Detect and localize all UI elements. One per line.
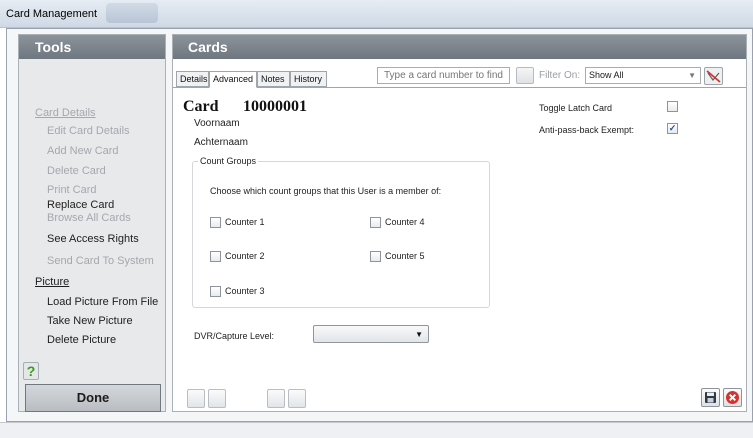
red-x-circle-icon — [726, 391, 739, 404]
tab-details[interactable]: Details — [176, 71, 209, 87]
counter-4-checkbox[interactable] — [370, 217, 381, 228]
tools-card-details: Card Details — [35, 107, 96, 119]
find-button[interactable] — [516, 67, 534, 84]
tab-notes[interactable]: Notes — [257, 71, 290, 87]
tools-print-card: Print Card — [47, 184, 97, 196]
status-bar — [0, 422, 753, 438]
tools-edit-card-details: Edit Card Details — [47, 125, 130, 137]
counter-1-label: Counter 1 — [225, 217, 265, 227]
counter-3-label: Counter 3 — [225, 286, 265, 296]
counter-3-checkbox[interactable] — [210, 286, 221, 297]
cancel-button[interactable] — [723, 388, 742, 407]
filter-label: Filter On: — [539, 70, 581, 81]
dvr-capture-level-select[interactable]: ▼ — [313, 325, 429, 343]
cards-header: Cards — [173, 35, 746, 59]
tools-picture[interactable]: Picture — [35, 276, 69, 288]
window-title: Card Management — [6, 8, 98, 20]
nav-prev-button[interactable] — [208, 389, 226, 408]
crossed-out-icon — [706, 70, 721, 83]
tools-delete-card: Delete Card — [47, 165, 106, 177]
done-button[interactable]: Done — [25, 384, 161, 412]
titlebar-decoration — [106, 3, 158, 23]
filter-select[interactable]: Show All ▼ — [585, 67, 701, 84]
save-button[interactable] — [701, 388, 720, 407]
card-label: Card — [183, 98, 219, 115]
tools-header: Tools — [19, 35, 165, 59]
counter-5[interactable]: Counter 5 — [370, 251, 425, 262]
counter-2-label: Counter 2 — [225, 251, 265, 261]
anti-passback-checkbox[interactable]: ✓ — [667, 123, 678, 134]
count-groups-box: Count Groups Choose which count groups t… — [192, 156, 490, 308]
cards-panel: Cards Details Advanced Notes History Fil… — [172, 34, 747, 412]
counter-4-label: Counter 4 — [385, 217, 425, 227]
card-number: 10000001 — [243, 98, 307, 115]
counter-1-checkbox[interactable] — [210, 217, 221, 228]
nav-last-button[interactable] — [288, 389, 306, 408]
counter-2-checkbox[interactable] — [210, 251, 221, 262]
count-groups-legend: Count Groups — [198, 156, 259, 166]
nav-next-button[interactable] — [267, 389, 285, 408]
tools-add-new-card: Add New Card — [47, 145, 119, 157]
card-last-name: Achternaam — [194, 137, 248, 148]
clear-filter-button[interactable] — [704, 67, 723, 85]
tools-panel: Tools Card Details Edit Card Details Add… — [18, 34, 166, 412]
filter-select-value: Show All — [589, 70, 624, 80]
tools-load-picture-from-file[interactable]: Load Picture From File — [47, 296, 158, 308]
toggle-latch-label: Toggle Latch Card — [539, 103, 613, 113]
counter-3[interactable]: Counter 3 — [210, 286, 265, 297]
tools-delete-picture[interactable]: Delete Picture — [47, 334, 116, 346]
tools-browse-all-cards: Browse All Cards — [47, 212, 131, 224]
anti-passback-label: Anti-pass-back Exempt: — [539, 125, 635, 135]
tools-see-access-rights[interactable]: See Access Rights — [47, 233, 139, 245]
help-button[interactable]: ? — [23, 362, 39, 380]
nav-first-button[interactable] — [187, 389, 205, 408]
chevron-down-icon: ▼ — [688, 71, 696, 80]
tab-strip-divider — [173, 87, 746, 88]
counter-5-checkbox[interactable] — [370, 251, 381, 262]
counter-4[interactable]: Counter 4 — [370, 217, 425, 228]
count-groups-description: Choose which count groups that this User… — [210, 186, 442, 196]
tab-history[interactable]: History — [290, 71, 327, 87]
dvr-capture-level-label: DVR/Capture Level: — [194, 331, 275, 341]
counter-1[interactable]: Counter 1 — [210, 217, 265, 228]
tab-advanced[interactable]: Advanced — [209, 71, 257, 88]
counter-2[interactable]: Counter 2 — [210, 251, 265, 262]
chevron-down-icon: ▼ — [415, 330, 423, 339]
question-mark-icon: ? — [26, 363, 36, 379]
tools-send-card-to-system: Send Card To System — [47, 255, 154, 267]
card-search-input[interactable] — [377, 67, 510, 84]
tools-replace-card[interactable]: Replace Card — [47, 199, 114, 211]
card-first-name: Voornaam — [194, 118, 240, 129]
window-titlebar: Card Management — [0, 0, 753, 28]
toggle-latch-checkbox[interactable] — [667, 101, 678, 112]
counter-5-label: Counter 5 — [385, 251, 425, 261]
floppy-disk-icon — [705, 392, 716, 403]
tools-take-new-picture[interactable]: Take New Picture — [47, 315, 133, 327]
